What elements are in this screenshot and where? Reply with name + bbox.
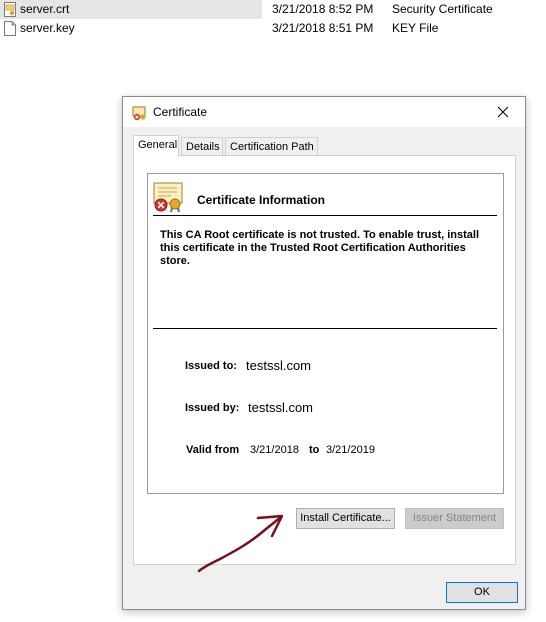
close-button[interactable] [481, 97, 525, 127]
valid-to-value: 3/21/2019 [326, 444, 375, 456]
file-row-server-crt[interactable]: server.crt 3/21/2018 8:52 PM Security Ce… [0, 0, 546, 19]
file-date: 3/21/2018 8:52 PM [272, 2, 374, 16]
file-name: server.key [20, 21, 75, 35]
tab-label: General [138, 139, 178, 151]
tab-general[interactable]: General [133, 135, 179, 157]
certificate-info-box: Certificate Information This CA Root cer… [147, 173, 504, 494]
tab-details[interactable]: Details [181, 137, 223, 157]
tab-label: Details [186, 141, 220, 153]
info-heading: Certificate Information [197, 193, 326, 207]
issuer-statement-button[interactable]: Issuer Statement [405, 508, 504, 529]
ok-button[interactable]: OK [446, 582, 518, 603]
general-tab-panel: Certificate Information This CA Root cer… [133, 155, 516, 565]
valid-from-value: 3/21/2018 [250, 444, 299, 456]
valid-from-label: Valid from [186, 444, 240, 456]
close-icon [497, 106, 509, 118]
certificate-untrusted-icon [153, 182, 183, 212]
file-name: server.crt [20, 2, 70, 16]
issued-by-label: Issued by: [185, 402, 240, 414]
file-name-cell[interactable]: server.crt [0, 0, 262, 19]
file-name-cell[interactable]: server.key [0, 19, 262, 38]
tab-certification-path[interactable]: Certification Path [225, 137, 318, 157]
issued-to-label: Issued to: [185, 360, 237, 372]
file-type: Security Certificate [392, 2, 493, 16]
file-date: 3/21/2018 8:51 PM [272, 21, 374, 35]
document-file-icon [4, 21, 16, 36]
issued-to-value: testssl.com [246, 358, 312, 373]
file-type: KEY File [392, 21, 439, 35]
divider [153, 328, 497, 329]
certificate-file-icon [4, 2, 16, 17]
dialog-title: Certificate [153, 105, 208, 119]
tab-label: Certification Path [230, 141, 314, 153]
divider [153, 215, 497, 216]
file-row-server-key[interactable]: server.key 3/21/2018 8:51 PM KEY File [0, 19, 546, 38]
valid-to-label: to [309, 444, 320, 456]
title-bar[interactable]: Certificate [123, 97, 525, 127]
install-certificate-button[interactable]: Install Certificate... [296, 508, 395, 529]
certificate-icon [132, 106, 146, 121]
certificate-dialog: Certificate General Details Certificatio… [122, 96, 526, 610]
issued-by-value: testssl.com [248, 400, 314, 415]
trust-warning-text: This CA Root certificate is not trusted.… [160, 229, 480, 267]
